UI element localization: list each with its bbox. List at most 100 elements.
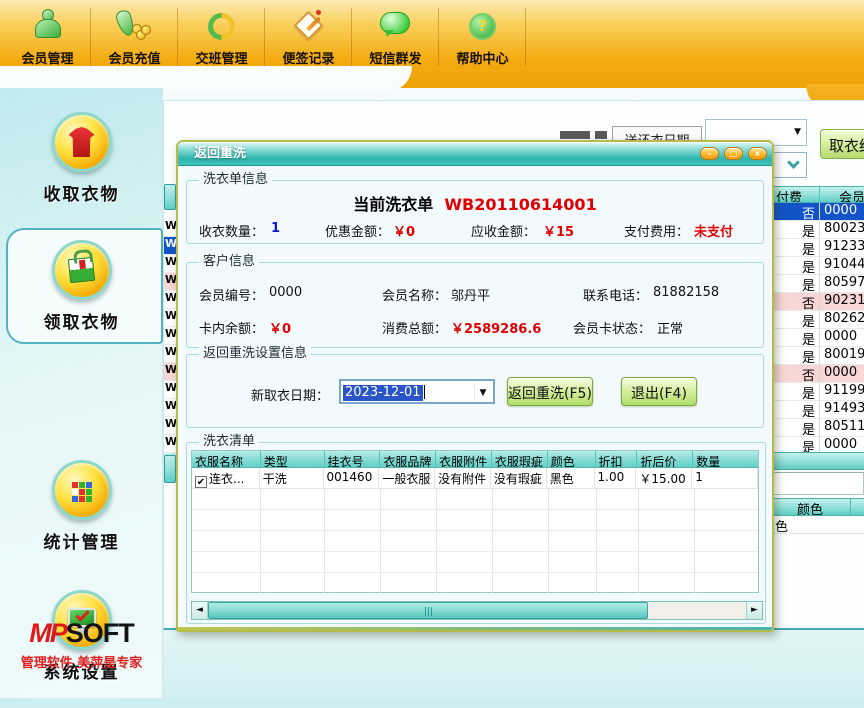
column-header: 衣服附件 (435, 451, 491, 467)
field-value: 正常 (657, 318, 683, 337)
field-label: 应收金额： (471, 221, 536, 240)
scrollbar-track (648, 602, 746, 619)
dialog-body: 洗衣单信息 当前洗衣单 WB20110614001 收衣数量： 1 优惠金额： … (178, 166, 772, 630)
shift-cycle-icon (208, 13, 235, 40)
current-order-label: 当前洗衣单 (353, 195, 433, 214)
sidebar-item-statistics[interactable]: 统计管理 (0, 460, 163, 553)
scrollbar-thumb[interactable] (208, 602, 648, 619)
item-checkbox[interactable]: ✔ (195, 476, 207, 488)
member-row[interactable]: 是91044 (770, 257, 864, 275)
dialog-titlebar[interactable]: 返回重洗 – □ × (178, 142, 772, 166)
toolbar-label: 短信群发 (352, 48, 439, 67)
memo-note-icon (292, 9, 326, 43)
dialog-bottom-edge (178, 627, 772, 630)
item-quantity: 1 (692, 468, 758, 489)
column-header: 衣服瑕疵 (491, 451, 547, 467)
pickup-clothes-bag-icon (52, 240, 112, 300)
recharge-coins-icon (118, 10, 152, 42)
color-table-header: 颜色 折扣 (770, 498, 864, 516)
item-color: 黑色 (547, 468, 595, 489)
rewash-dialog: 返回重洗 – □ × 洗衣单信息 当前洗衣单 WB20110614001 收衣数… (176, 140, 774, 632)
order-number: WB20110614001 (444, 195, 596, 214)
sidebar-item-receive-clothes[interactable]: 收取衣物 (0, 112, 163, 205)
field-label: 支付费用： (624, 221, 689, 240)
field-value: 未支付 (694, 221, 733, 240)
member-row[interactable]: 是80019 (770, 347, 864, 365)
field-label: 收衣数量： (199, 221, 264, 240)
field-label: 会员编号： (199, 285, 264, 304)
item-name: 连衣... (209, 472, 244, 486)
sidebar-item-label: 收取衣物 (0, 180, 163, 205)
color-table-row[interactable]: 黑色 (770, 516, 864, 534)
laundry-table: 衣服名称 类型 挂衣号 衣服品牌 衣服附件 衣服瑕疵 颜色 折扣 折后价 数量 … (191, 450, 759, 593)
member-row[interactable]: 是80511 (770, 419, 864, 437)
chevron-down-icon: ▼ (794, 127, 801, 137)
toolbar-divider (351, 8, 352, 66)
scroll-right-icon[interactable]: ► (746, 602, 762, 619)
maximize-button[interactable]: □ (724, 147, 743, 160)
member-row[interactable]: 是0000 (770, 329, 864, 347)
member-row[interactable]: 是91233 (770, 239, 864, 257)
thumb-grip (425, 607, 432, 616)
member-person-icon (33, 9, 63, 43)
scroll-left-icon[interactable]: ◄ (192, 602, 208, 619)
column-header: 衣服名称 (192, 451, 260, 467)
member-row[interactable]: 是80597 (770, 275, 864, 293)
member-row[interactable]: 否0000 (770, 365, 864, 383)
clipped-text-fragment (595, 131, 607, 139)
clipped-text-fragment (560, 131, 590, 139)
sidebar-item-pickup-clothes[interactable]: 领取衣物 (0, 240, 163, 333)
member-row[interactable]: 否90231 (770, 293, 864, 311)
horizontal-scrollbar: ◄ ► (191, 601, 763, 620)
member-row[interactable]: 是80262 (770, 311, 864, 329)
toolbar-divider (438, 8, 439, 66)
toolbar-help-center[interactable]: ? 帮助中心 (439, 4, 526, 68)
close-button[interactable]: × (748, 147, 767, 160)
field-label: 会员名称： (382, 285, 447, 304)
mpsoft-logo: MPSOFT (0, 618, 163, 649)
column-header: 衣服品牌 (379, 451, 435, 467)
column-header: 折扣 (595, 451, 637, 467)
order-info-group: 洗衣单信息 当前洗衣单 WB20110614001 收衣数量： 1 优惠金额： … (186, 180, 764, 244)
item-type: 干洗 (260, 468, 324, 489)
field-value: ￥2589286.6 (451, 318, 541, 337)
pickup-settle-button[interactable]: 取衣结单 (820, 129, 864, 159)
rewash-button[interactable]: 返回重洗(F5) (507, 377, 593, 406)
field-value: 邬丹平 (451, 285, 490, 304)
toolbar-shift-management[interactable]: 交班管理 (178, 4, 265, 68)
toolbar-member-management[interactable]: 会员管理 (4, 4, 91, 68)
toolbar-member-recharge[interactable]: 会员充值 (91, 4, 178, 68)
dialog-title: 返回重洗 (194, 142, 246, 166)
toolbar-memo-records[interactable]: 便签记录 (265, 4, 352, 68)
field-label: 优惠金额： (325, 221, 390, 240)
minimize-button[interactable]: – (700, 147, 719, 160)
exit-button[interactable]: 退出(F4) (621, 377, 697, 406)
new-pickup-date-combobox[interactable]: 2023-12-01 ▼ (339, 379, 495, 404)
group-label: 返回重洗设置信息 (199, 346, 311, 362)
field-label: 联系电话： (583, 285, 648, 304)
field-value: 0000 (269, 285, 302, 300)
column-header: 颜色 (547, 451, 595, 467)
item-price: ￥15.00 (636, 468, 692, 489)
member-row[interactable]: 是91199 (770, 383, 864, 401)
toolbar-label: 会员管理 (4, 48, 91, 67)
member-row[interactable]: 是91493 (770, 401, 864, 419)
item-brand: 一般衣服 (379, 468, 435, 489)
field-value: 1 (271, 221, 280, 236)
receive-clothes-coat-icon (52, 112, 112, 172)
item-tag-no: 001460 (324, 468, 380, 489)
field-value: ￥15 (543, 221, 574, 240)
toolbar-sms-broadcast[interactable]: 短信群发 (352, 4, 439, 68)
text-cursor (424, 385, 425, 399)
column-header: 类型 (260, 451, 324, 467)
member-row[interactable]: 是80023 (770, 221, 864, 239)
member-table-header: 付费 会员编号 (770, 186, 864, 203)
sunken-field (772, 472, 864, 495)
member-row[interactable]: 否0000 (770, 203, 864, 221)
field-label: 消费总额： (382, 318, 447, 337)
group-label: 洗衣单信息 (199, 172, 272, 188)
chevron-down-icon[interactable]: ▼ (474, 383, 491, 400)
field-label: 卡内余额： (199, 318, 264, 337)
laundry-item-row[interactable]: ✔连衣... 干洗 001460 一般衣服 没有附件 没有瑕疵 黑色 1.00 … (192, 468, 758, 489)
new-pickup-date-label: 新取衣日期： (251, 385, 329, 404)
